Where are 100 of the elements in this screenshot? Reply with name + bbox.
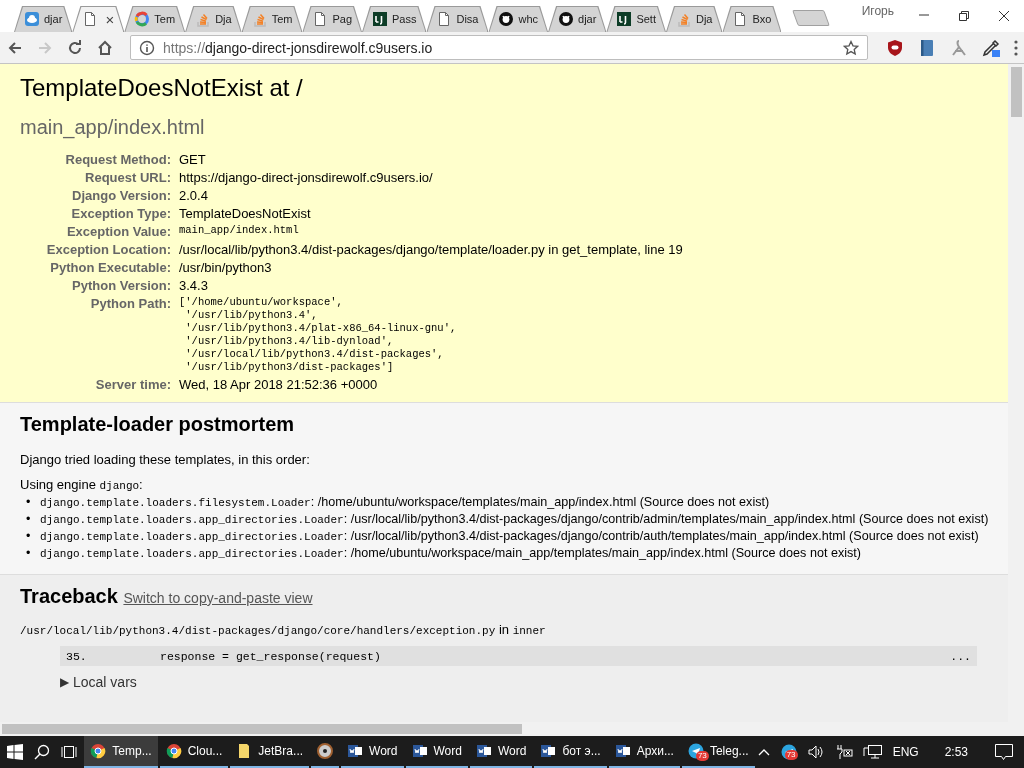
taskbar-button[interactable]: Архи... (608, 736, 680, 768)
eyedropper-icon[interactable] (982, 38, 1000, 57)
taskbar-label: Архи... (636, 744, 674, 758)
network-monitor-icon[interactable] (862, 744, 883, 760)
reload-icon[interactable] (66, 38, 84, 57)
error-title: TemplateDoesNotExist at / (20, 74, 304, 102)
section-heading: Template-loader postmortem (20, 413, 296, 436)
close-tab-button[interactable]: × (105, 10, 115, 28)
new-tab-button[interactable] (792, 10, 831, 26)
document-icon (540, 743, 557, 759)
browser-tab[interactable]: Disa (426, 6, 489, 32)
taskbar-button[interactable]: бот э... (534, 736, 607, 768)
browser-tab[interactable]: Bxo (722, 6, 782, 32)
meta-label: Request URL: (20, 169, 179, 187)
line-number: 35. (66, 649, 88, 663)
meta-value: ['/home/ubuntu/workspace', '/usr/lib/python3.4', '/usr/lib/python3.4/plat-x86_64-linux-gnu', '/usr/lib/python3.4/lib-dynload', '/usr/local/lib/python3.4/dist-packages', '/usr/lib/python3/dist-packages'] (179, 296, 458, 374)
scrollbar-thumb[interactable] (2, 724, 522, 734)
search-icon[interactable] (34, 744, 51, 760)
meta-value: /usr/bin/python3 (179, 260, 272, 275)
browser-tab[interactable]: Tem (241, 6, 303, 32)
document-icon (411, 743, 428, 759)
profile-name[interactable]: Игорь (861, 4, 894, 18)
browser-tab[interactable]: × (72, 6, 125, 32)
loader-entry: django.template.loaders.filesystem.Loader: /home/ubuntu/workspace/templates/main_app/index.html (Source does not exist) (40, 494, 770, 511)
document-icon (614, 743, 631, 759)
restore-icon[interactable] (958, 10, 970, 22)
tab-title: Dja (695, 13, 713, 25)
count-badge: 73 (784, 750, 798, 760)
horizontal-scrollbar[interactable] (0, 722, 1008, 736)
task-view-icon[interactable] (61, 744, 78, 760)
browser-tab[interactable]: Sett (606, 6, 666, 32)
stack-icon (675, 11, 692, 27)
taskbar-button[interactable]: Word (341, 736, 404, 768)
meta-label: Exception Value: (20, 223, 179, 241)
browser-tab[interactable]: Dja (665, 6, 723, 32)
browser-tab[interactable]: whc (488, 6, 549, 32)
taskbar-button[interactable]: 73 Teleg... (681, 736, 755, 768)
taskbar-button[interactable]: Word (405, 736, 468, 768)
taskbar-label: Clou... (187, 744, 223, 758)
tab-title: Sett (636, 13, 656, 25)
browser-tab[interactable]: Pass (362, 6, 427, 32)
taskbar-button[interactable]: Word (469, 736, 533, 768)
browser-tab[interactable]: Dja (185, 6, 242, 32)
chrome-logo-icon (90, 743, 107, 759)
star-icon[interactable] (843, 39, 859, 56)
dark-square-icon (372, 11, 388, 27)
tab-title: Dja (215, 13, 232, 25)
count-badge: 73 (695, 751, 709, 761)
tab-title: Tem (154, 13, 176, 25)
loader-entry: django.template.loaders.app_directories.Loader: /home/ubuntu/workspace/main_app/templates/main_app/index.html (Source does not exist) (40, 545, 861, 562)
language-indicator[interactable]: ENG (892, 745, 919, 759)
address-bar[interactable]: https://django-direct-jonsdirewolf.c9users.io (130, 35, 868, 60)
info-icon (139, 39, 155, 56)
octocat-icon (498, 11, 515, 27)
book-icon[interactable] (918, 38, 936, 57)
meta-value: GET (179, 152, 206, 167)
document-icon (475, 743, 492, 759)
taskbar-label: Word (433, 744, 462, 758)
bullet: • (26, 494, 32, 510)
taskbar-label: JetBra... (258, 744, 304, 758)
intro-text: Django tried loading these templates, in this order: (20, 452, 311, 467)
browser-tab[interactable]: djar (14, 6, 73, 32)
scrollbar-thumb[interactable] (1010, 67, 1022, 117)
taskbar-button[interactable]: Temp... (84, 736, 158, 768)
tab-title: djar (44, 13, 63, 25)
home-icon[interactable] (96, 38, 114, 57)
shield-icon[interactable] (886, 38, 904, 57)
taskbar-button[interactable]: JetBra... (230, 736, 310, 768)
tab-title: Pag (332, 13, 352, 25)
document-icon (347, 743, 364, 759)
clock-time[interactable]: 2:53 (944, 745, 968, 759)
disc-icon (317, 743, 334, 759)
ribbon-icon[interactable] (950, 38, 968, 57)
browser-tab[interactable]: Tem (124, 6, 186, 32)
taskbar-label: Temp... (112, 744, 152, 758)
loader-entry: django.template.loaders.app_directories.Loader: /usr/local/lib/python3.4/dist-packages/django/contrib/admin/templates/main_app/index.html (Source does not exist) (40, 511, 989, 528)
tab-title: Bxo (752, 13, 772, 25)
browser-tab[interactable]: djar (548, 6, 607, 32)
vertical-scrollbar[interactable] (1008, 64, 1024, 736)
menu-icon[interactable] (1014, 39, 1018, 56)
meta-label: Python Executable: (20, 259, 179, 277)
notifications-icon[interactable] (994, 743, 1014, 761)
more-lines[interactable]: ... (950, 649, 971, 663)
close-icon[interactable] (998, 10, 1010, 22)
browser-tab[interactable]: Pag (302, 6, 362, 32)
code-text: response = get_response(request) (160, 649, 381, 663)
tab-title: Pass (392, 13, 417, 25)
power-plug-icon[interactable] (834, 744, 853, 760)
taskbar-label: Teleg... (709, 744, 749, 758)
meta-label: Exception Location: (20, 241, 179, 259)
taskbar-button[interactable]: Clou... (159, 736, 229, 768)
octocat-icon (558, 11, 575, 27)
speaker-icon[interactable] (806, 744, 825, 760)
windows-logo-icon[interactable] (7, 744, 24, 760)
error-subtitle: main_app/index.html (20, 116, 206, 139)
meta-label: Request Method: (20, 151, 179, 169)
meta-value: /usr/local/lib/python3.4/dist-packages/django/template/loader.py in get_template, line 19 (179, 242, 683, 257)
tab-title: Tem (271, 13, 293, 25)
local-vars-toggle[interactable]: ▶ Local vars (60, 674, 988, 690)
copy-paste-link[interactable]: Switch to copy-and-paste view (123, 590, 313, 606)
